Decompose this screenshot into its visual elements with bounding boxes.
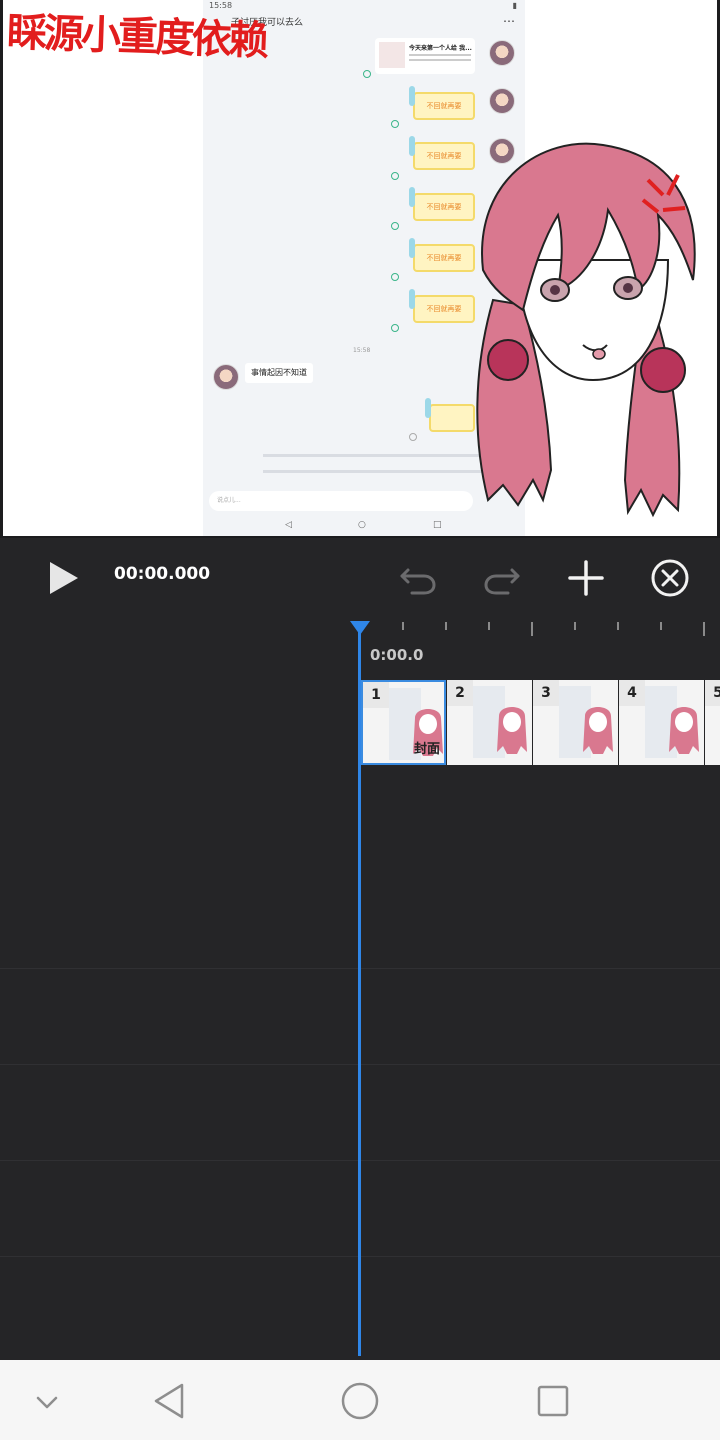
read-check-icon <box>391 172 399 180</box>
shared-card: 今天来第一个人给 我... <box>375 38 475 74</box>
add-icon[interactable] <box>564 556 608 600</box>
ruler-tick <box>445 622 447 630</box>
card-thumbnail <box>379 42 405 68</box>
avatar <box>489 88 515 114</box>
ruler-tick <box>660 622 662 630</box>
system-notice-line <box>263 454 483 457</box>
sticker-text: 不回就再要 <box>426 305 462 313</box>
sticker-text: 不回就再要 <box>426 254 462 262</box>
timecode: 00:00.000 <box>114 564 211 584</box>
frame-girl-image <box>497 707 527 754</box>
frame-number: 2 <box>447 680 473 706</box>
ruler-tick <box>574 622 576 630</box>
frame-strip[interactable]: 1 封面 2 3 4 5 <box>361 680 720 765</box>
battery-icon: ▮ <box>512 1 517 10</box>
ruler-tick <box>531 622 533 636</box>
recents-icon[interactable] <box>528 1376 578 1426</box>
home-icon: ○ <box>358 520 366 530</box>
read-check-icon <box>391 222 399 230</box>
frame-number: 4 <box>619 680 645 706</box>
frame-girl-image <box>583 707 613 754</box>
frame-thumb[interactable]: 2 <box>447 680 532 765</box>
chat-time-label: 15:58 <box>353 347 371 354</box>
frame-thumb[interactable]: 4 <box>619 680 704 765</box>
frame-number: 3 <box>533 680 559 706</box>
read-check-icon <box>391 273 399 281</box>
system-notice-line <box>263 470 483 473</box>
sticker-text: 不回就再要 <box>426 203 462 211</box>
ruler-tick <box>488 622 490 630</box>
ruler-tick <box>617 622 619 630</box>
system-nav-bar <box>0 1360 720 1440</box>
home-icon[interactable] <box>335 1376 385 1426</box>
frame-thumb[interactable]: 3 <box>533 680 618 765</box>
frame-thumb[interactable]: 1 封面 <box>361 680 446 765</box>
preview-canvas: 15:58 ▮ 子讨厌我可以去么 ⋯ 今天来第一个人给 我... 不回就再要 不… <box>3 0 717 536</box>
cover-label: 封面 <box>413 742 440 757</box>
ruler-tick <box>703 622 705 636</box>
ruler-tick <box>402 622 404 630</box>
close-circle-icon[interactable] <box>648 556 692 600</box>
sending-icon <box>409 433 417 441</box>
chat-bubble-left: 事情起因不知道 <box>245 363 313 383</box>
sticker-text: 不回就再要 <box>426 102 462 110</box>
collapse-icon[interactable] <box>22 1376 72 1426</box>
card-snippet <box>409 54 471 56</box>
read-check-icon <box>391 120 399 128</box>
redo-icon[interactable] <box>480 556 524 600</box>
read-check-icon <box>391 324 399 332</box>
back-icon[interactable] <box>146 1376 196 1426</box>
undo-icon[interactable] <box>396 556 440 600</box>
avatar <box>489 40 515 66</box>
more-icon: ⋯ <box>503 14 515 28</box>
video-preview[interactable]: 15:58 ▮ 子讨厌我可以去么 ⋯ 今天来第一个人给 我... 不回就再要 不… <box>0 0 720 538</box>
read-check-icon <box>363 70 371 78</box>
frame-number: 5 <box>705 680 720 706</box>
sticker-message: 不回就再要 <box>409 86 475 120</box>
frame-number: 1 <box>363 682 389 708</box>
sticker-text: 不回就再要 <box>426 152 462 160</box>
card-title: 今天来第一个人给 我... <box>409 45 472 52</box>
playhead[interactable] <box>358 622 361 1356</box>
frame-thumb[interactable]: 5 <box>705 680 720 765</box>
avatar <box>213 364 239 390</box>
play-icon[interactable] <box>44 558 84 598</box>
frame-girl-image <box>669 707 699 754</box>
recents-icon: □ <box>433 520 442 530</box>
video-editor-screen: 15:58 ▮ 子讨厌我可以去么 ⋯ 今天来第一个人给 我... 不回就再要 不… <box>0 0 720 1440</box>
editor-toolbar: 00:00.000 <box>0 538 720 618</box>
watermark-handwriting: 睬源小重度依赖 <box>6 8 267 65</box>
anime-girl-sticker <box>476 142 696 518</box>
ruler-time-label: 0:00.0 <box>370 646 424 664</box>
back-icon: ◁ <box>285 520 292 530</box>
phone-chat-input: 说点儿... <box>209 491 473 511</box>
playhead-handle[interactable] <box>350 621 370 635</box>
